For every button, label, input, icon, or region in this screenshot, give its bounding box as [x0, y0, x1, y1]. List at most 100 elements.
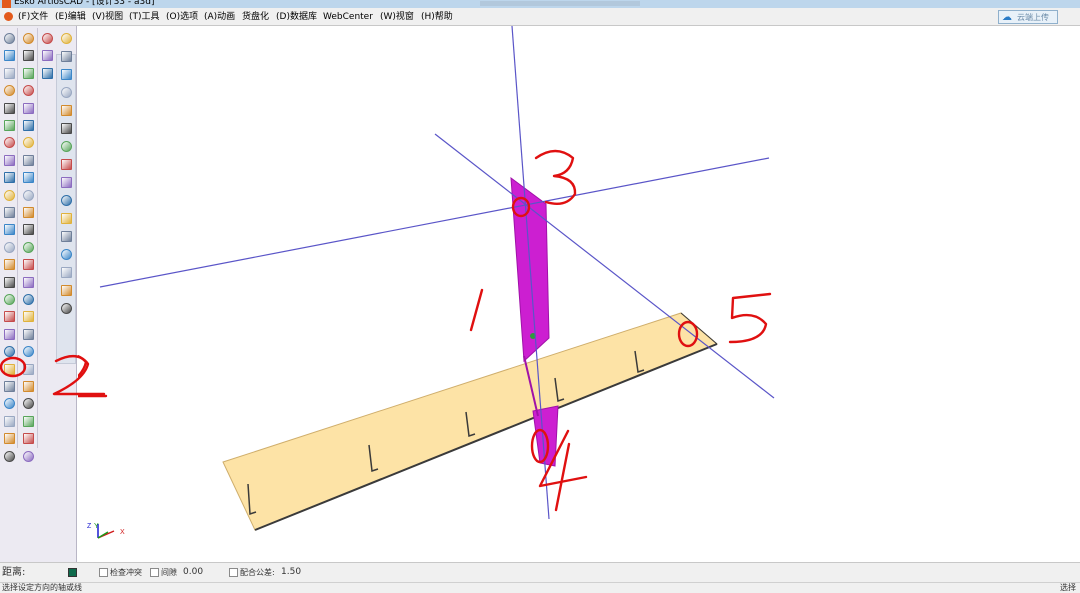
cup-icon	[61, 195, 72, 206]
menu-options[interactable]: (O)选项	[166, 11, 198, 23]
3d-scene[interactable]: Z Y X	[78, 26, 1080, 562]
box-top-tool-button[interactable]	[58, 48, 74, 64]
layers-icon	[61, 303, 72, 314]
3d-viewport[interactable]: Z Y X	[78, 26, 1080, 562]
cup-tool-button[interactable]	[58, 192, 74, 208]
cube-shaded-tool-button[interactable]	[58, 228, 74, 244]
menu-file[interactable]: (F)文件	[18, 11, 48, 23]
box-side-tool-button[interactable]	[58, 66, 74, 82]
zoom-out-tool-button[interactable]	[1, 47, 17, 63]
cube-wire-tool-button[interactable]	[39, 30, 55, 46]
cube-front-tool-button[interactable]	[58, 120, 74, 136]
box-top-icon	[61, 51, 72, 62]
pointer-edit-tool-button[interactable]	[1, 326, 17, 342]
target-icon	[23, 50, 34, 62]
pointer-tool-button[interactable]	[20, 239, 36, 255]
menu-edit[interactable]: (E)编辑	[55, 11, 86, 23]
crosshair-tool-button[interactable]	[20, 65, 36, 81]
cube-blue-icon	[61, 285, 72, 296]
menu-bar: (F)文件 (E)编辑 (V)视图 (T)工具 (O)选项 (A)动画 货盘化 …	[0, 8, 1080, 26]
annotation-5	[728, 292, 772, 344]
texture-icon	[61, 213, 72, 224]
measure-line-icon	[23, 450, 34, 462]
diamond-tool-button[interactable]	[20, 117, 36, 133]
app-menu-icon[interactable]	[4, 12, 13, 21]
measure-tool-button[interactable]	[20, 221, 36, 237]
pan-hand-tool-button[interactable]	[1, 117, 17, 133]
blank-tool-button[interactable]	[1, 274, 17, 290]
zoom-out-icon	[4, 50, 15, 62]
box-select-tool-button[interactable]	[1, 291, 17, 307]
menu-help[interactable]: (H)帮助	[421, 11, 453, 23]
cylinder-tool-button[interactable]	[58, 174, 74, 190]
palette-tool-button[interactable]	[20, 169, 36, 185]
cube-back-tool-button[interactable]	[58, 156, 74, 172]
zoom-in-icon	[4, 33, 15, 44]
zoom-window-tool-button[interactable]	[1, 65, 17, 81]
yellow-partition-board[interactable]	[222, 312, 718, 531]
texture-tool-button[interactable]	[58, 210, 74, 226]
cube-blue-tool-button[interactable]	[58, 282, 74, 298]
perspective-tool-button[interactable]	[1, 221, 17, 237]
menu-animation[interactable]: (A)动画	[204, 11, 235, 23]
rotate-tool-button[interactable]	[1, 187, 17, 203]
menu-database[interactable]: (D)数据库	[276, 11, 317, 23]
check-collision-checkbox[interactable]	[99, 568, 108, 577]
eye-tool-button[interactable]	[1, 256, 17, 272]
pencil-tool-button[interactable]	[20, 134, 36, 150]
cube-add-tool-button[interactable]	[39, 65, 55, 81]
zoom-extents-tool-button[interactable]	[1, 82, 17, 98]
zoom-window-icon	[4, 67, 15, 79]
light-tool-button[interactable]	[1, 169, 17, 185]
gap-checkbox[interactable]	[150, 568, 159, 577]
fit-tolerance-checkbox[interactable]	[229, 568, 238, 577]
prompt-text: 选择设定方向的轴或线	[2, 583, 82, 592]
fit-view-tool-button[interactable]	[1, 204, 17, 220]
cube-icon	[61, 105, 72, 116]
camera-tool-button[interactable]	[1, 134, 17, 150]
target-tool-button[interactable]	[20, 47, 36, 63]
layers-tool-button[interactable]	[58, 300, 74, 316]
connect-tool-button[interactable]	[20, 326, 36, 342]
cylinder-icon	[61, 177, 72, 188]
measure-line-tool-button[interactable]	[20, 448, 36, 464]
zoom-in-tool-button[interactable]	[1, 30, 17, 46]
menu-tools[interactable]: (T)工具	[129, 11, 160, 23]
crosshair-icon	[23, 67, 34, 79]
cube-side-icon	[61, 141, 72, 152]
plane-tool-button[interactable]	[20, 100, 36, 116]
camera-alt-tool-button[interactable]	[1, 152, 17, 168]
menu-webcenter[interactable]: WebCenter	[323, 11, 373, 23]
check-tool-button[interactable]	[20, 274, 36, 290]
menu-window[interactable]: (W)视窗	[380, 11, 414, 23]
cube-grid-tool-button[interactable]	[58, 264, 74, 280]
fold-angle-tool-button[interactable]	[20, 82, 36, 98]
cube-select-tool-button[interactable]	[39, 47, 55, 63]
box-solid-tool-button[interactable]	[58, 84, 74, 100]
ruler-tool-button[interactable]	[20, 187, 36, 203]
brush-tool-button[interactable]	[20, 152, 36, 168]
color-swatch[interactable]	[68, 568, 77, 577]
rotate-3d-tool-button[interactable]	[20, 30, 36, 46]
cursor-plus-tool-button[interactable]	[20, 256, 36, 272]
open-book-tool-button[interactable]	[1, 308, 17, 324]
cube-red-tool-button[interactable]	[58, 246, 74, 262]
cursor-plus-icon	[23, 259, 34, 271]
view-toolbar-panel	[56, 54, 76, 364]
grid-tool-button[interactable]	[1, 448, 17, 464]
box-open-icon	[61, 33, 72, 44]
align-tool-button[interactable]	[20, 291, 36, 307]
zoom-previous-tool-button[interactable]	[1, 100, 17, 116]
menu-view[interactable]: (V)视图	[92, 11, 123, 23]
cloud-upload-button[interactable]: ☁ 云端上传	[998, 10, 1058, 24]
toolbar-annotation-overlay	[0, 355, 106, 396]
fill-tool-button[interactable]	[20, 204, 36, 220]
gap-value[interactable]: 0.00	[183, 566, 203, 579]
box-open-tool-button[interactable]	[58, 30, 74, 46]
cube-side-tool-button[interactable]	[58, 138, 74, 154]
menu-palletize[interactable]: 货盘化	[242, 11, 269, 23]
cube-tool-button[interactable]	[58, 102, 74, 118]
zoom-region-tool-button[interactable]	[20, 308, 36, 324]
fit-tolerance-value[interactable]: 1.50	[281, 566, 301, 579]
lightbulb-tool-button[interactable]	[1, 239, 17, 255]
